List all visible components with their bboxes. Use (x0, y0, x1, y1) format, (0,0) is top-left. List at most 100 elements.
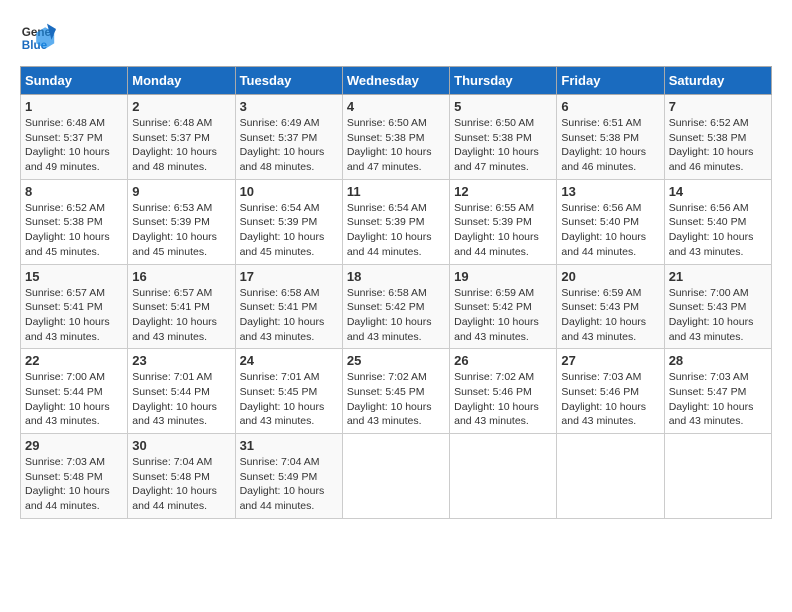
day-detail: Sunrise: 6:59 AMSunset: 5:43 PMDaylight:… (561, 286, 659, 345)
day-detail: Sunrise: 6:51 AMSunset: 5:38 PMDaylight:… (561, 116, 659, 175)
calendar-body: 1 Sunrise: 6:48 AMSunset: 5:37 PMDaylight… (21, 95, 772, 519)
day-number: 18 (347, 269, 445, 284)
day-detail: Sunrise: 7:03 AMSunset: 5:48 PMDaylight:… (25, 455, 123, 514)
day-number: 22 (25, 353, 123, 368)
day-detail: Sunrise: 7:00 AMSunset: 5:44 PMDaylight:… (25, 370, 123, 429)
day-cell: 28Sunrise: 7:03 AMSunset: 5:47 PMDayligh… (664, 349, 771, 434)
day-cell: 31 Sunrise: 7:04 AMSunset: 5:49 PMDayligh… (235, 434, 342, 519)
day-detail: Sunrise: 6:52 AMSunset: 5:38 PMDaylight:… (25, 201, 123, 260)
day-detail: Sunrise: 7:04 AMSunset: 5:49 PMDaylight:… (240, 455, 338, 514)
day-detail: Sunrise: 6:58 AMSunset: 5:41 PMDaylight:… (240, 286, 338, 345)
day-detail: Sunrise: 6:50 AMSunset: 5:38 PMDaylight:… (454, 116, 552, 175)
day-cell: 15 Sunrise: 6:57 AMSunset: 5:41 PMDayligh… (21, 264, 128, 349)
day-number: 7 (669, 99, 767, 114)
day-number: 23 (132, 353, 230, 368)
day-detail: Sunrise: 6:48 AMSunset: 5:37 PMDaylight:… (132, 116, 230, 175)
day-cell: 11 Sunrise: 6:54 AMSunset: 5:39 PMDayligh… (342, 179, 449, 264)
day-detail: Sunrise: 7:03 AMSunset: 5:46 PMDaylight:… (561, 370, 659, 429)
day-number: 17 (240, 269, 338, 284)
day-number: 27 (561, 353, 659, 368)
header: General Blue (20, 20, 772, 56)
day-cell: 7 Sunrise: 6:52 AMSunset: 5:38 PMDaylight… (664, 95, 771, 180)
day-detail: Sunrise: 7:02 AMSunset: 5:46 PMDaylight:… (454, 370, 552, 429)
logo: General Blue (20, 20, 60, 56)
week-row-3: 15 Sunrise: 6:57 AMSunset: 5:41 PMDayligh… (21, 264, 772, 349)
calendar-table: SundayMondayTuesdayWednesdayThursdayFrid… (20, 66, 772, 519)
day-number: 1 (25, 99, 123, 114)
day-detail: Sunrise: 7:02 AMSunset: 5:45 PMDaylight:… (347, 370, 445, 429)
day-number: 29 (25, 438, 123, 453)
day-detail: Sunrise: 6:57 AMSunset: 5:41 PMDaylight:… (132, 286, 230, 345)
day-number: 4 (347, 99, 445, 114)
header-day-wednesday: Wednesday (342, 67, 449, 95)
day-cell: 8 Sunrise: 6:52 AMSunset: 5:38 PMDaylight… (21, 179, 128, 264)
day-detail: Sunrise: 7:01 AMSunset: 5:45 PMDaylight:… (240, 370, 338, 429)
day-cell: 9Sunrise: 6:53 AMSunset: 5:39 PMDaylight… (128, 179, 235, 264)
day-cell: 5 Sunrise: 6:50 AMSunset: 5:38 PMDaylight… (450, 95, 557, 180)
day-cell: 16 Sunrise: 6:57 AMSunset: 5:41 PMDayligh… (128, 264, 235, 349)
day-detail: Sunrise: 6:49 AMSunset: 5:37 PMDaylight:… (240, 116, 338, 175)
day-number: 11 (347, 184, 445, 199)
calendar-header: SundayMondayTuesdayWednesdayThursdayFrid… (21, 67, 772, 95)
day-cell (450, 434, 557, 519)
day-cell: 17 Sunrise: 6:58 AMSunset: 5:41 PMDayligh… (235, 264, 342, 349)
day-cell: 22 Sunrise: 7:00 AMSunset: 5:44 PMDayligh… (21, 349, 128, 434)
day-cell: 26 Sunrise: 7:02 AMSunset: 5:46 PMDayligh… (450, 349, 557, 434)
day-cell: 23 Sunrise: 7:01 AMSunset: 5:44 PMDayligh… (128, 349, 235, 434)
day-cell: 3 Sunrise: 6:49 AMSunset: 5:37 PMDaylight… (235, 95, 342, 180)
day-detail: Sunrise: 6:54 AMSunset: 5:39 PMDaylight:… (240, 201, 338, 260)
day-detail: Sunrise: 6:56 AMSunset: 5:40 PMDaylight:… (561, 201, 659, 260)
day-cell: 10 Sunrise: 6:54 AMSunset: 5:39 PMDayligh… (235, 179, 342, 264)
day-cell: 6 Sunrise: 6:51 AMSunset: 5:38 PMDaylight… (557, 95, 664, 180)
day-cell: 13Sunrise: 6:56 AMSunset: 5:40 PMDayligh… (557, 179, 664, 264)
day-cell: 12 Sunrise: 6:55 AMSunset: 5:39 PMDayligh… (450, 179, 557, 264)
day-cell: 25 Sunrise: 7:02 AMSunset: 5:45 PMDayligh… (342, 349, 449, 434)
day-detail: Sunrise: 6:53 AMSunset: 5:39 PMDaylight:… (132, 201, 230, 260)
day-number: 16 (132, 269, 230, 284)
day-cell: 19 Sunrise: 6:59 AMSunset: 5:42 PMDayligh… (450, 264, 557, 349)
day-cell: 2Sunrise: 6:48 AMSunset: 5:37 PMDaylight… (128, 95, 235, 180)
logo-icon: General Blue (20, 20, 56, 56)
week-row-2: 8 Sunrise: 6:52 AMSunset: 5:38 PMDaylight… (21, 179, 772, 264)
day-detail: Sunrise: 6:59 AMSunset: 5:42 PMDaylight:… (454, 286, 552, 345)
day-detail: Sunrise: 7:04 AMSunset: 5:48 PMDaylight:… (132, 455, 230, 514)
day-number: 5 (454, 99, 552, 114)
day-detail: Sunrise: 7:00 AMSunset: 5:43 PMDaylight:… (669, 286, 767, 345)
header-row: SundayMondayTuesdayWednesdayThursdayFrid… (21, 67, 772, 95)
day-number: 26 (454, 353, 552, 368)
day-number: 28 (669, 353, 767, 368)
day-detail: Sunrise: 6:56 AMSunset: 5:40 PMDaylight:… (669, 201, 767, 260)
day-number: 20 (561, 269, 659, 284)
day-number: 25 (347, 353, 445, 368)
day-number: 14 (669, 184, 767, 199)
day-detail: Sunrise: 6:55 AMSunset: 5:39 PMDaylight:… (454, 201, 552, 260)
day-cell: 24Sunrise: 7:01 AMSunset: 5:45 PMDayligh… (235, 349, 342, 434)
day-cell: 18Sunrise: 6:58 AMSunset: 5:42 PMDayligh… (342, 264, 449, 349)
day-cell: 29 Sunrise: 7:03 AMSunset: 5:48 PMDayligh… (21, 434, 128, 519)
day-number: 19 (454, 269, 552, 284)
day-number: 3 (240, 99, 338, 114)
header-day-tuesday: Tuesday (235, 67, 342, 95)
day-detail: Sunrise: 6:52 AMSunset: 5:38 PMDaylight:… (669, 116, 767, 175)
day-number: 31 (240, 438, 338, 453)
day-number: 15 (25, 269, 123, 284)
day-detail: Sunrise: 6:57 AMSunset: 5:41 PMDaylight:… (25, 286, 123, 345)
header-day-friday: Friday (557, 67, 664, 95)
day-number: 6 (561, 99, 659, 114)
day-detail: Sunrise: 6:48 AMSunset: 5:37 PMDaylight:… (25, 116, 123, 175)
week-row-1: 1 Sunrise: 6:48 AMSunset: 5:37 PMDaylight… (21, 95, 772, 180)
day-number: 8 (25, 184, 123, 199)
day-cell: 21 Sunrise: 7:00 AMSunset: 5:43 PMDayligh… (664, 264, 771, 349)
day-number: 21 (669, 269, 767, 284)
day-detail: Sunrise: 6:50 AMSunset: 5:38 PMDaylight:… (347, 116, 445, 175)
day-cell: 1 Sunrise: 6:48 AMSunset: 5:37 PMDaylight… (21, 95, 128, 180)
day-number: 12 (454, 184, 552, 199)
day-detail: Sunrise: 7:01 AMSunset: 5:44 PMDaylight:… (132, 370, 230, 429)
header-day-sunday: Sunday (21, 67, 128, 95)
day-number: 10 (240, 184, 338, 199)
day-detail: Sunrise: 6:54 AMSunset: 5:39 PMDaylight:… (347, 201, 445, 260)
day-cell: 27 Sunrise: 7:03 AMSunset: 5:46 PMDayligh… (557, 349, 664, 434)
day-cell: 14 Sunrise: 6:56 AMSunset: 5:40 PMDayligh… (664, 179, 771, 264)
day-cell (557, 434, 664, 519)
day-cell (664, 434, 771, 519)
